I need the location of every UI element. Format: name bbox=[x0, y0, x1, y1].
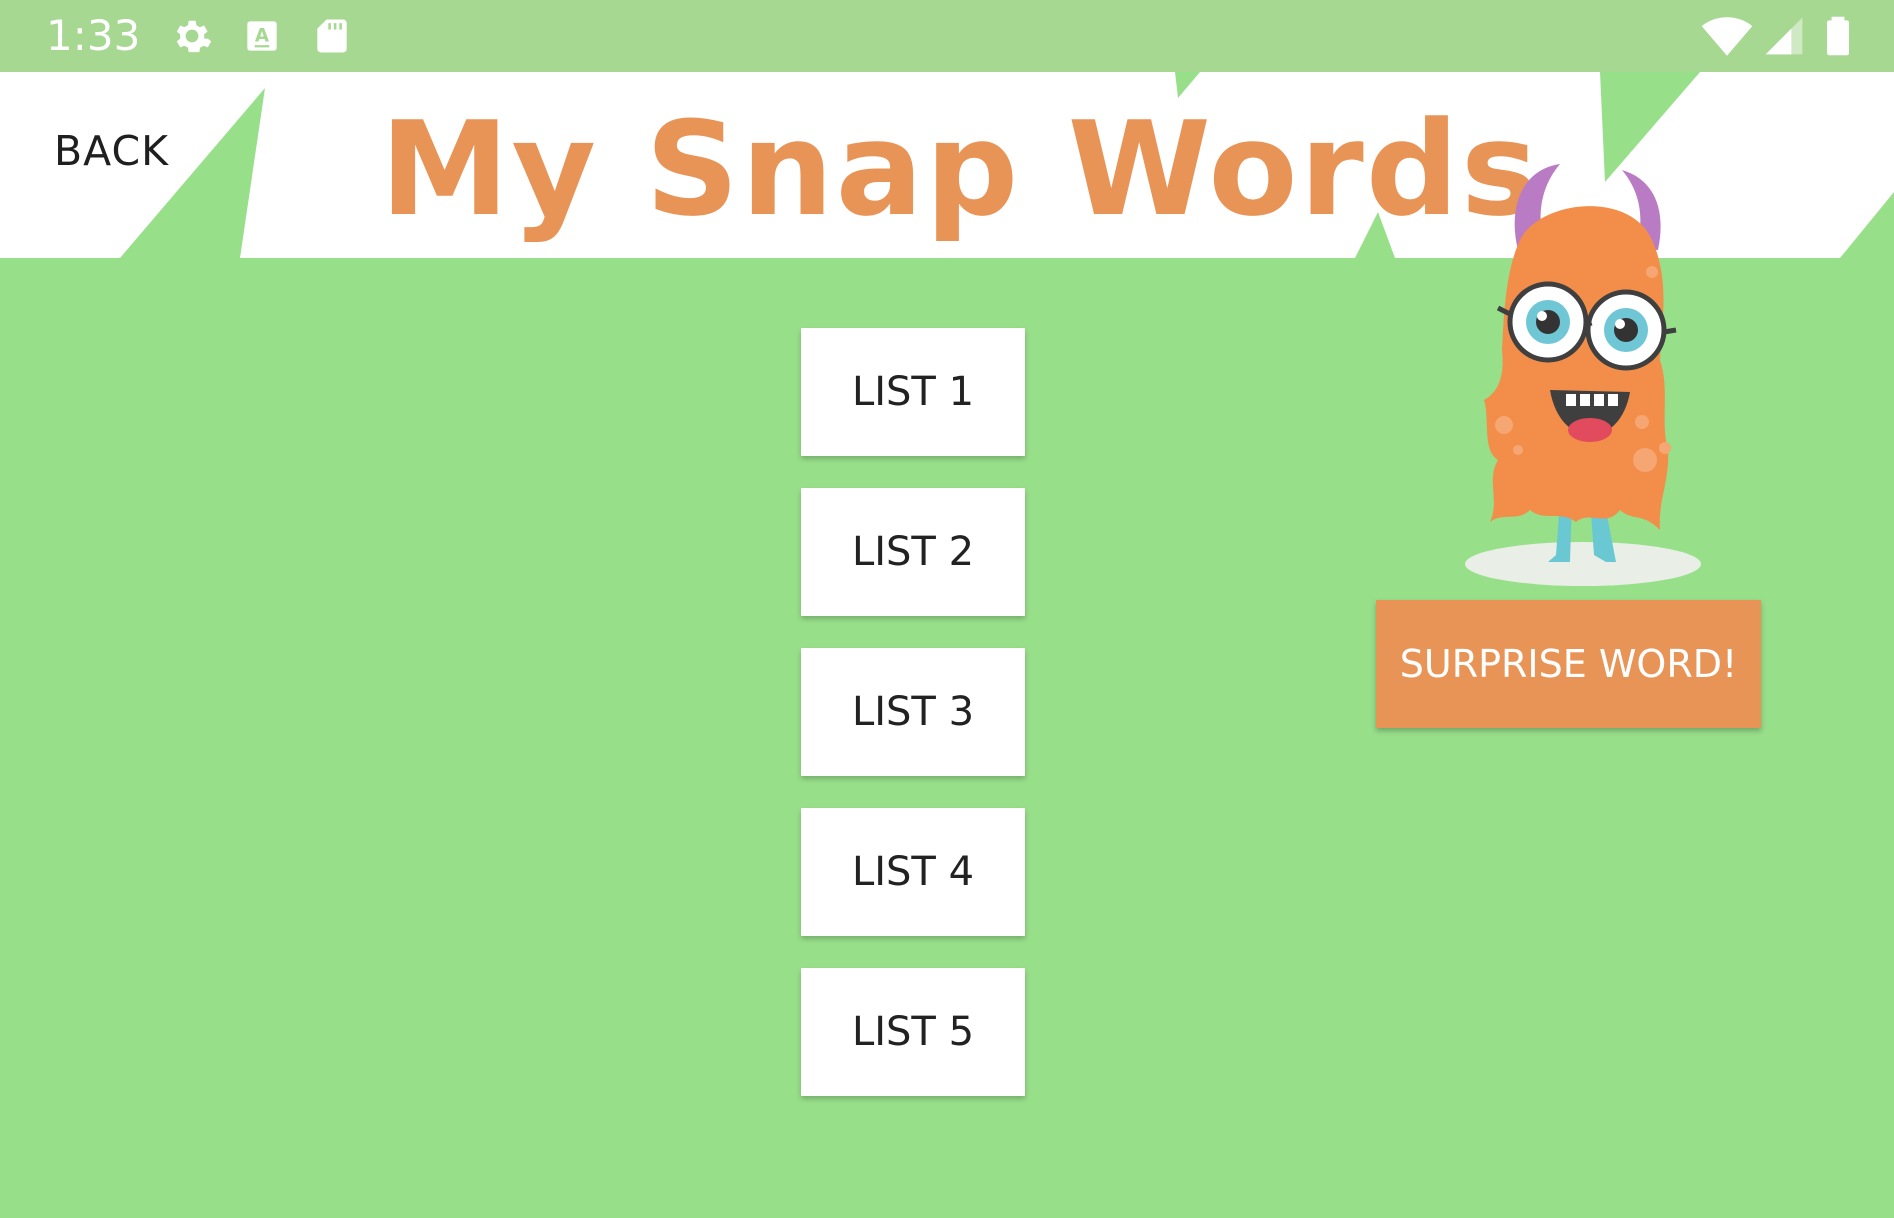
back-button[interactable]: BACK bbox=[28, 116, 228, 186]
status-bar: 1:33 A bbox=[0, 0, 1894, 72]
list-5-button[interactable]: LIST 5 bbox=[801, 968, 1025, 1096]
surprise-word-button[interactable]: SURPRISE WORD! bbox=[1376, 600, 1761, 728]
svg-text:A: A bbox=[255, 26, 270, 47]
list-1-button[interactable]: LIST 1 bbox=[801, 328, 1025, 456]
list-4-button[interactable]: LIST 4 bbox=[801, 808, 1025, 936]
signal-icon bbox=[1762, 14, 1806, 58]
sd-card-icon bbox=[310, 14, 354, 58]
wifi-icon bbox=[1700, 14, 1754, 58]
list-3-button[interactable]: LIST 3 bbox=[801, 648, 1025, 776]
page-title: My Snap Words bbox=[380, 93, 1541, 245]
status-time: 1:33 bbox=[46, 11, 141, 60]
list-2-button[interactable]: LIST 2 bbox=[801, 488, 1025, 616]
orange-monster-mascot-icon bbox=[1420, 150, 1740, 600]
keyboard-a-icon: A bbox=[240, 14, 284, 58]
settings-icon bbox=[170, 14, 214, 58]
battery-icon bbox=[1816, 14, 1860, 58]
